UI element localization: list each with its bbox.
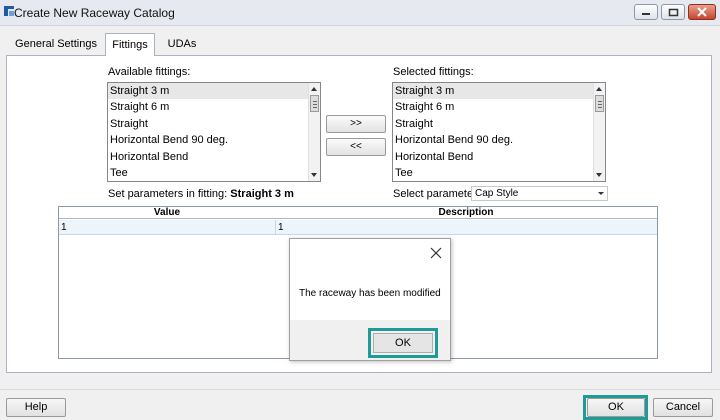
list-item[interactable]: Horizontal Bend 90 deg. xyxy=(108,132,320,148)
help-button[interactable]: Help xyxy=(6,398,66,417)
select-parameter-label: Select parameter: xyxy=(393,188,480,200)
tab-general-settings[interactable]: General Settings xyxy=(14,33,98,55)
parameter-select-value: Cap Style xyxy=(475,188,519,199)
minimize-button[interactable] xyxy=(634,4,658,20)
scroll-up-icon[interactable] xyxy=(311,87,317,91)
confirmation-dialog: The raceway has been modified OK xyxy=(289,238,451,361)
list-item[interactable]: Straight 3 m xyxy=(393,83,605,100)
close-window-button[interactable] xyxy=(688,4,716,20)
tab-udas[interactable]: UDAs xyxy=(162,33,202,55)
description-cell[interactable]: 1 xyxy=(278,222,284,233)
available-fittings-label: Available fittings: xyxy=(108,66,191,78)
chevron-down-icon xyxy=(598,192,604,195)
selected-fittings-list[interactable]: Straight 3 m Straight 6 m Straight Horiz… xyxy=(392,82,606,182)
available-fittings-list[interactable]: Straight 3 m Straight 6 m Straight Horiz… xyxy=(107,82,321,182)
table-row[interactable]: 1 1 xyxy=(59,220,657,235)
set-parameters-prefix: Set parameters in fitting: xyxy=(108,188,228,200)
selected-fittings-label: Selected fittings: xyxy=(393,66,474,78)
maximize-button[interactable] xyxy=(661,4,685,20)
scroll-up-icon[interactable] xyxy=(596,87,602,91)
add-fitting-button[interactable]: >> xyxy=(326,115,386,133)
scroll-down-icon[interactable] xyxy=(596,173,602,177)
list-item[interactable]: Straight 3 m xyxy=(108,83,320,100)
parameter-select[interactable]: Cap Style xyxy=(471,186,608,201)
close-icon xyxy=(697,7,707,17)
list-item[interactable]: Straight 6 m xyxy=(108,99,320,115)
column-divider xyxy=(275,220,276,235)
list-item[interactable]: Tee xyxy=(393,165,605,181)
list-item[interactable]: Straight xyxy=(108,116,320,132)
list-item[interactable]: Straight xyxy=(393,116,605,132)
list-item[interactable]: Straight 6 m xyxy=(393,99,605,115)
dialog-ok-button[interactable]: OK xyxy=(373,333,433,353)
list-item[interactable]: Horizontal Bend xyxy=(108,149,320,165)
list-item[interactable]: Horizontal Bend xyxy=(393,149,605,165)
minimize-icon xyxy=(642,13,650,15)
ok-button[interactable]: OK xyxy=(587,398,645,417)
maximize-icon xyxy=(668,8,679,17)
close-icon[interactable] xyxy=(430,247,442,259)
scroll-down-icon[interactable] xyxy=(311,173,317,177)
list-item[interactable]: Horizontal Bend 90 deg. xyxy=(393,132,605,148)
scroll-thumb[interactable] xyxy=(595,95,604,112)
grid-header: Value Description xyxy=(59,207,657,219)
tab-fittings[interactable]: Fittings xyxy=(105,33,155,56)
available-list-scrollbar[interactable] xyxy=(308,83,320,181)
column-header-description[interactable]: Description xyxy=(275,207,657,218)
current-fitting-name: Straight 3 m xyxy=(230,188,294,200)
cancel-button[interactable]: Cancel xyxy=(653,398,713,417)
footer-divider xyxy=(0,389,720,390)
dialog-message: The raceway has been modified xyxy=(299,288,441,299)
column-header-value[interactable]: Value xyxy=(59,207,275,218)
selected-list-scrollbar[interactable] xyxy=(593,83,605,181)
list-item[interactable]: Tee xyxy=(108,165,320,181)
window-title: Create New Raceway Catalog xyxy=(14,6,175,20)
remove-fitting-button[interactable]: << xyxy=(326,138,386,156)
value-cell[interactable]: 1 xyxy=(61,222,67,233)
scroll-thumb[interactable] xyxy=(310,95,319,112)
set-parameters-label: Set parameters in fitting: Straight 3 m xyxy=(108,188,294,200)
title-bar: Create New Raceway Catalog xyxy=(0,0,720,26)
